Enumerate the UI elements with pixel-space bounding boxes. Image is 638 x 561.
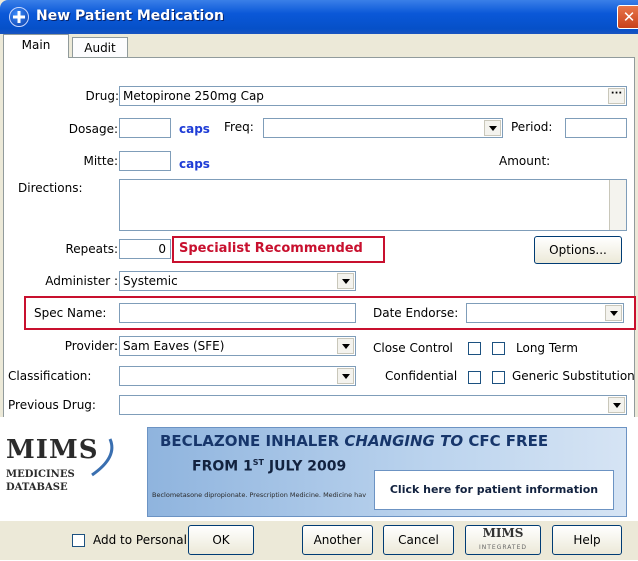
advert-from-sup: ST [252,458,265,467]
repeats-label: Repeats: [65,242,118,256]
mitte-unit: caps [179,157,210,171]
mims-logo[interactable]: MIMS MEDICINES DATABASE [4,427,122,515]
bottom-button-bar: Add to Personal OK Another Cancel MIMS I… [0,521,638,560]
mims-logo-sub1: MEDICINES [6,469,75,480]
patient-info-link[interactable]: Click here for patient information [374,470,614,510]
add-to-personal-checkbox[interactable] [72,534,85,547]
confidential-checkbox[interactable] [468,371,481,384]
long-term-label: Long Term [516,341,578,355]
confidential-label: Confidential [385,369,458,383]
administer-dropdown-icon[interactable] [337,273,354,289]
generic-substitution-label: Generic Substitution [512,369,634,383]
previous-drug-dropdown-icon[interactable] [608,397,625,413]
advert-fine-print: Beclometasone dipropionate. Prescription… [152,491,366,499]
mims-banner-area: MIMS MEDICINES DATABASE BECLAZONE INHALE… [0,417,638,521]
advert-headline: BECLAZONE INHALER CHANGING TO CFC FREE [160,432,548,450]
close-control-checkbox[interactable] [468,342,481,355]
repeats-value: 0 [158,242,166,256]
dialog-window: New Patient Medication ✕ Main Audit Drug… [0,0,638,560]
generic-substitution-checkbox[interactable] [492,371,505,384]
window-title: New Patient Medication [36,8,224,24]
tab-audit[interactable]: Audit [72,37,128,58]
mims-logo-arc-icon [91,438,114,477]
specialist-recommended-text: Specialist Recommended [179,241,363,256]
administer-value: Systemic [123,274,178,288]
freq-dropdown-icon[interactable] [484,120,501,136]
repeats-field[interactable]: 0 [119,239,171,259]
ok-button[interactable]: OK [188,525,254,555]
advert-headline-b: CHANGING TO [344,432,464,450]
drug-value: Metopirone 250mg Cap [123,89,264,103]
advert-from: FROM 1 [192,458,253,475]
provider-dropdown-icon[interactable] [337,338,354,354]
spec-name-field[interactable] [119,303,356,323]
cancel-button[interactable]: Cancel [383,525,454,555]
help-button[interactable]: Help [552,525,622,555]
provider-value: Sam Eaves (SFE) [123,339,225,353]
freq-label: Freq: [224,120,254,134]
title-bar[interactable]: New Patient Medication ✕ [0,0,638,34]
advert-headline-c: CFC FREE [463,432,549,450]
add-to-personal-label: Add to Personal [93,533,187,547]
tab-audit-label: Audit [84,41,116,55]
advert-headline-a: BECLAZONE INHALER [160,432,345,450]
previous-drug-label: Previous Drug: [8,398,96,412]
close-button[interactable]: ✕ [617,5,638,29]
main-panel: Drug: Metopirone 250mg Cap ··· Dosage: c… [3,57,636,420]
advert-from-rest: JULY 2009 [264,458,347,475]
classification-label: Classification: [8,369,92,383]
directions-scrollbar[interactable] [609,180,626,230]
dosage-label: Dosage: [68,122,118,136]
period-label: Period: [511,120,553,134]
another-button[interactable]: Another [302,525,373,555]
mitte-label: Mitte: [83,154,118,168]
close-control-label: Close Control [373,341,453,355]
beclazone-advert[interactable]: BECLAZONE INHALER CHANGING TO CFC FREE F… [147,427,627,517]
administer-select[interactable]: Systemic [119,271,356,291]
drug-browse-button[interactable]: ··· [608,88,625,104]
administer-label: Administer : [45,274,118,288]
medication-icon [9,7,29,27]
classification-select[interactable] [119,366,356,386]
date-endorse-dropdown-icon[interactable] [605,305,622,321]
long-term-checkbox[interactable] [492,342,505,355]
advert-date: FROM 1ST JULY 2009 [192,458,346,475]
mitte-field[interactable] [119,151,171,171]
mims-logo-sub2: DATABASE [6,482,68,493]
provider-select[interactable]: Sam Eaves (SFE) [119,336,356,356]
previous-drug-select[interactable] [119,395,627,415]
mims-integrated-button[interactable]: MIMS INTEGRATED [465,525,541,555]
spec-name-label: Spec Name: [34,306,107,320]
directions-field[interactable] [119,179,627,231]
tab-main-label: Main [21,38,51,52]
drug-label: Drug: [85,89,119,103]
period-field[interactable] [565,118,627,138]
amount-label: Amount: [499,154,551,168]
provider-label: Provider: [64,339,118,353]
tab-strip: Main Audit [0,34,638,58]
mims-logo-title: MIMS [6,435,99,465]
dosage-unit: caps [179,122,210,136]
date-endorse-select[interactable] [466,303,624,323]
drug-field[interactable]: Metopirone 250mg Cap ··· [119,86,627,106]
tab-main[interactable]: Main [3,34,69,58]
date-endorse-label: Date Endorse: [373,306,459,320]
classification-dropdown-icon[interactable] [337,368,354,384]
dosage-field[interactable] [119,118,171,138]
freq-select[interactable] [263,118,503,138]
directions-label: Directions: [18,181,83,195]
mims-button-sublabel: INTEGRATED [478,544,527,551]
options-button[interactable]: Options... [534,236,622,264]
